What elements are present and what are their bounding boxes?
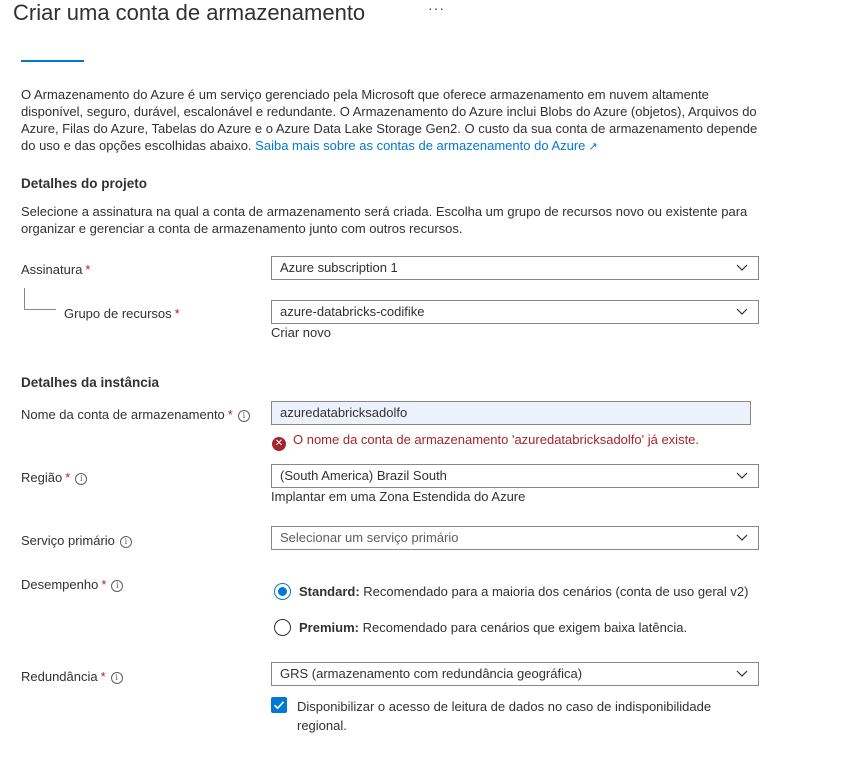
premium-option-description: Recomendado para cenários que exigem bai… [362,620,688,635]
info-icon[interactable]: i [119,535,132,548]
chevron-down-icon [736,264,748,271]
active-tab-indicator [21,60,84,62]
redundancy-label: Redundância * i [21,669,123,684]
edge-zone-link[interactable]: Implantar em uma Zona Estendida do Azure [271,489,525,504]
tree-connector-horizontal [24,309,56,310]
checkmark-icon [273,701,285,710]
primary-service-placeholder: Selecionar um serviço primário [280,530,459,545]
required-marker: * [85,262,91,277]
subscription-dropdown[interactable]: Azure subscription 1 [271,256,759,280]
error-icon: ✕ [272,437,286,451]
create-new-link[interactable]: Criar novo [271,325,331,340]
primary-service-dropdown[interactable]: Selecionar um serviço primário [271,526,759,550]
redundancy-dropdown[interactable]: GRS (armazenamento com redundância geogr… [271,662,759,686]
project-details-title: Detalhes do projeto [21,176,148,191]
required-marker: * [227,407,233,422]
read-access-label: Disponibilizar o acesso de leitura de da… [297,699,712,733]
info-icon[interactable]: i [110,671,123,684]
info-icon[interactable]: i [111,579,124,592]
performance-premium-radio[interactable]: Premium: Recomendado para cenários que e… [274,619,687,636]
required-marker: * [174,306,180,321]
learn-more-label: Saiba mais sobre as contas de armazename… [255,138,586,153]
redundancy-label-text: Redundância [21,669,98,684]
performance-label-text: Desempenho [21,577,99,592]
chevron-down-icon [736,670,748,677]
account-name-input[interactable]: azuredatabricksadolfo [271,401,751,425]
radio-selected-icon[interactable] [274,583,291,600]
region-label-text: Região [21,470,63,485]
region-label: Região * i [21,470,88,485]
region-value: (South America) Brazil South [280,468,447,483]
intro-description: O Armazenamento do Azure é um serviço ge… [21,86,761,156]
radio-unselected-icon[interactable] [274,619,291,636]
performance-label: Desempenho * i [21,577,124,592]
account-name-label: Nome da conta de armazenamento * i [21,407,250,422]
external-link-icon: ↗ [588,141,598,153]
redundancy-value: GRS (armazenamento com redundância geogr… [280,666,583,681]
subscription-label: Assinatura * [21,262,90,277]
standard-option-description: Recomendado para a maioria dos cenários … [363,584,749,599]
subscription-label-text: Assinatura [21,262,83,277]
chevron-down-icon [736,472,748,479]
resource-group-dropdown[interactable]: azure-databricks-codifike [271,300,759,324]
account-name-error-text: O nome da conta de armazenamento 'azured… [293,432,700,447]
primary-service-label: Serviço primário i [21,533,132,548]
read-access-checkbox[interactable] [271,697,287,713]
resource-group-label-text: Grupo de recursos [64,306,172,321]
learn-more-link[interactable]: Saiba mais sobre as contas de armazename… [255,138,597,153]
chevron-down-icon [736,534,748,541]
tree-connector-vertical [24,288,25,309]
more-options-icon[interactable]: ··· [428,0,445,16]
required-marker: * [65,470,71,485]
account-name-error: ✕ O nome da conta de armazenamento 'azure… [272,432,699,451]
page-title: Criar uma conta de armazenamento [13,0,366,25]
primary-service-label-text: Serviço primário [21,533,115,548]
standard-option-name: Standard: [299,584,360,599]
required-marker: * [101,577,107,592]
info-icon[interactable]: i [237,409,250,422]
resource-group-value: azure-databricks-codifike [280,304,425,319]
info-icon[interactable]: i [75,472,88,485]
project-description: Selecione a assinatura na qual a conta d… [21,204,748,236]
required-marker: * [100,669,106,684]
instance-details-title: Detalhes da instância [21,375,160,390]
chevron-down-icon [736,308,748,315]
region-dropdown[interactable]: (South America) Brazil South [271,464,759,488]
resource-group-label: Grupo de recursos * [64,306,180,321]
premium-option-name: Premium: [299,620,359,635]
subscription-value: Azure subscription 1 [280,260,398,275]
performance-standard-radio[interactable]: Standard: Recomendado para a maioria dos… [274,583,748,600]
account-name-label-text: Nome da conta de armazenamento [21,407,225,422]
